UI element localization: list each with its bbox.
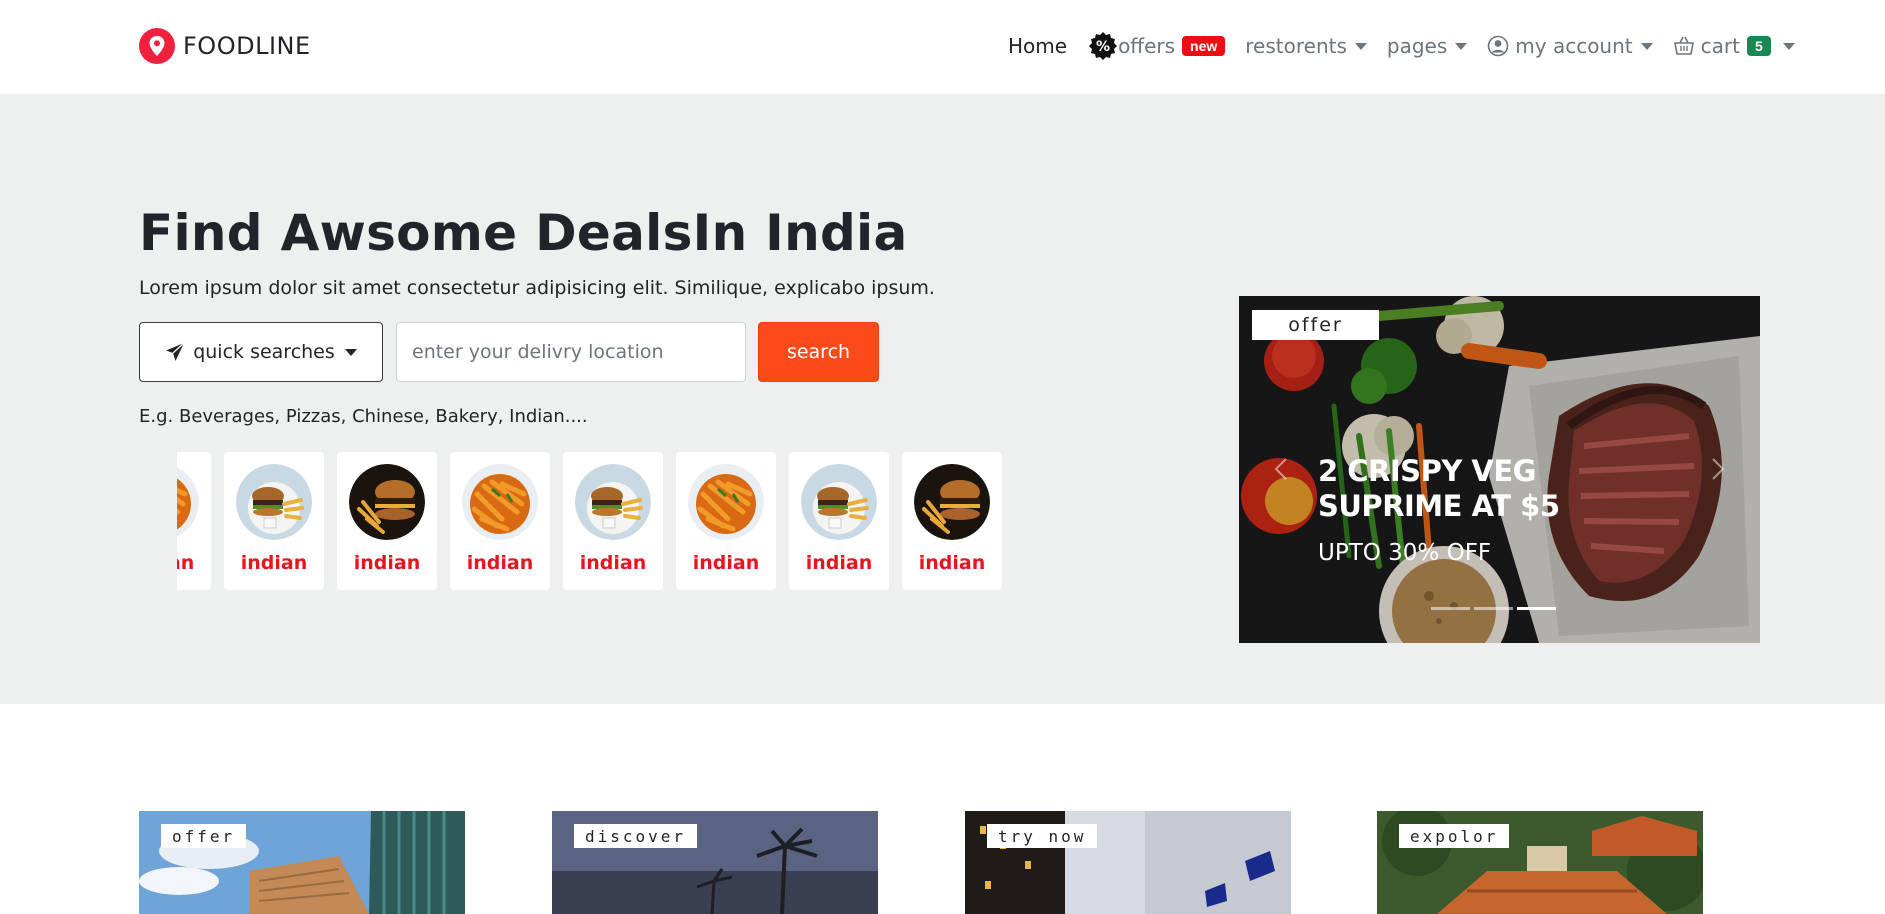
search-button[interactable]: search	[758, 322, 879, 382]
carousel-prev-button[interactable]	[1267, 454, 1297, 484]
cart-count-badge: 5	[1746, 36, 1771, 56]
promo-card-tag: offer	[161, 824, 247, 848]
promo-card-try-now[interactable]: try now	[965, 811, 1291, 914]
new-badge: new	[1182, 36, 1226, 56]
carousel-next-button[interactable]	[1702, 454, 1732, 484]
pasta-image	[688, 464, 764, 540]
search-examples: E.g. Beverages, Pizzas, Chinese, Bakery,…	[139, 406, 588, 427]
promo-card-tag: discover	[574, 824, 698, 848]
category-card[interactable]: indian	[337, 452, 437, 590]
nav-offers-label: offers	[1118, 34, 1176, 58]
category-card[interactable]: indian	[789, 452, 889, 590]
category-label: indian	[177, 552, 195, 574]
delivery-location-input[interactable]	[396, 322, 746, 382]
basket-icon	[1673, 36, 1695, 56]
brand-logo[interactable]: FOODLINE	[139, 28, 311, 64]
nav-cart-dropdown[interactable]: cart 5	[1673, 34, 1795, 58]
carousel-slide-subtitle: UPTO 30% OFF	[1318, 540, 1492, 566]
chevron-left-icon	[1274, 458, 1287, 480]
brand-name: FOODLINE	[183, 32, 311, 60]
chevron-down-icon	[1782, 42, 1795, 50]
burger-dark-image	[914, 464, 990, 540]
category-card[interactable]: indian	[902, 452, 1002, 590]
quick-searches-dropdown[interactable]: quick searches	[139, 322, 383, 382]
nav-pages-dropdown[interactable]: pages	[1386, 34, 1468, 58]
offer-carousel[interactable]: offer 2 CRISPY VEG SUPRIME AT $5 UPTO 30…	[1239, 296, 1760, 643]
carousel-indicator[interactable]	[1431, 607, 1470, 610]
chevron-right-icon	[1712, 458, 1725, 480]
category-card[interactable]: indian	[676, 452, 776, 590]
pasta-image	[462, 464, 538, 540]
burger-plate-image	[575, 464, 651, 540]
category-card[interactable]: indian	[224, 452, 324, 590]
nav-pages-label: pages	[1386, 34, 1448, 58]
category-carousel[interactable]: indian indian indian indian indian indian indi…	[177, 452, 1022, 592]
category-label: indian	[918, 552, 986, 574]
svg-text:%: %	[1096, 39, 1110, 55]
category-card[interactable]: indian	[563, 452, 663, 590]
promo-card-tag: expolor	[1399, 824, 1510, 848]
burger-dark-image	[349, 464, 425, 540]
carousel-indicator[interactable]	[1474, 607, 1513, 610]
chevron-down-icon	[1354, 42, 1367, 50]
navbar: FOODLINE Home % offers new restorents pa…	[0, 0, 1885, 94]
burger-plate-image	[801, 464, 877, 540]
hero-title: Find Awsome DealsIn India	[139, 204, 908, 262]
nav-restaurants-label: restorents	[1245, 34, 1347, 58]
carousel-indicators[interactable]	[1431, 607, 1560, 610]
promo-card-explore[interactable]: expolor	[1377, 811, 1703, 914]
quick-searches-label: quick searches	[193, 341, 335, 363]
user-circle-icon	[1487, 35, 1509, 57]
category-label: indian	[579, 552, 647, 574]
carousel-offer-tag: offer	[1252, 310, 1379, 340]
category-label: indian	[805, 552, 873, 574]
nav-home[interactable]: Home	[1008, 34, 1067, 58]
chevron-down-icon	[344, 348, 357, 356]
carousel-slide-title: 2 CRISPY VEG SUPRIME AT $5	[1318, 454, 1560, 523]
nav-home-label: Home	[1008, 34, 1068, 58]
category-label: indian	[240, 552, 308, 574]
hero-section: Find Awsome DealsIn India Lorem ipsum do…	[0, 94, 1885, 704]
nav-account-label: my account	[1515, 34, 1633, 58]
promo-card-tag: try now	[987, 824, 1098, 848]
category-track: indian indian indian indian indian indian indi…	[177, 452, 1015, 590]
map-pin-icon	[139, 28, 175, 64]
category-label: indian	[353, 552, 421, 574]
nav-restaurants-dropdown[interactable]: restorents	[1245, 34, 1367, 58]
category-card[interactable]: indian	[177, 452, 211, 590]
send-icon	[165, 342, 185, 362]
chevron-down-icon	[1640, 42, 1653, 50]
pasta-image	[177, 464, 199, 540]
promo-card-offer[interactable]: offer	[139, 811, 465, 914]
nav-account-dropdown[interactable]: my account	[1487, 34, 1653, 58]
category-label: indian	[466, 552, 534, 574]
nav-cart-label: cart	[1700, 34, 1740, 58]
burger-plate-image	[236, 464, 312, 540]
main-nav: Home % offers new restorents pages my ac…	[1008, 31, 1795, 61]
category-card[interactable]: indian	[450, 452, 550, 590]
hero-subtitle: Lorem ipsum dolor sit amet consectetur a…	[139, 277, 935, 299]
carousel-indicator[interactable]	[1517, 607, 1556, 610]
promo-card-discover[interactable]: discover	[552, 811, 878, 914]
category-label: indian	[692, 552, 760, 574]
chevron-down-icon	[1455, 42, 1468, 50]
discount-icon: %	[1088, 31, 1118, 61]
nav-offers[interactable]: % offers new	[1088, 31, 1226, 61]
